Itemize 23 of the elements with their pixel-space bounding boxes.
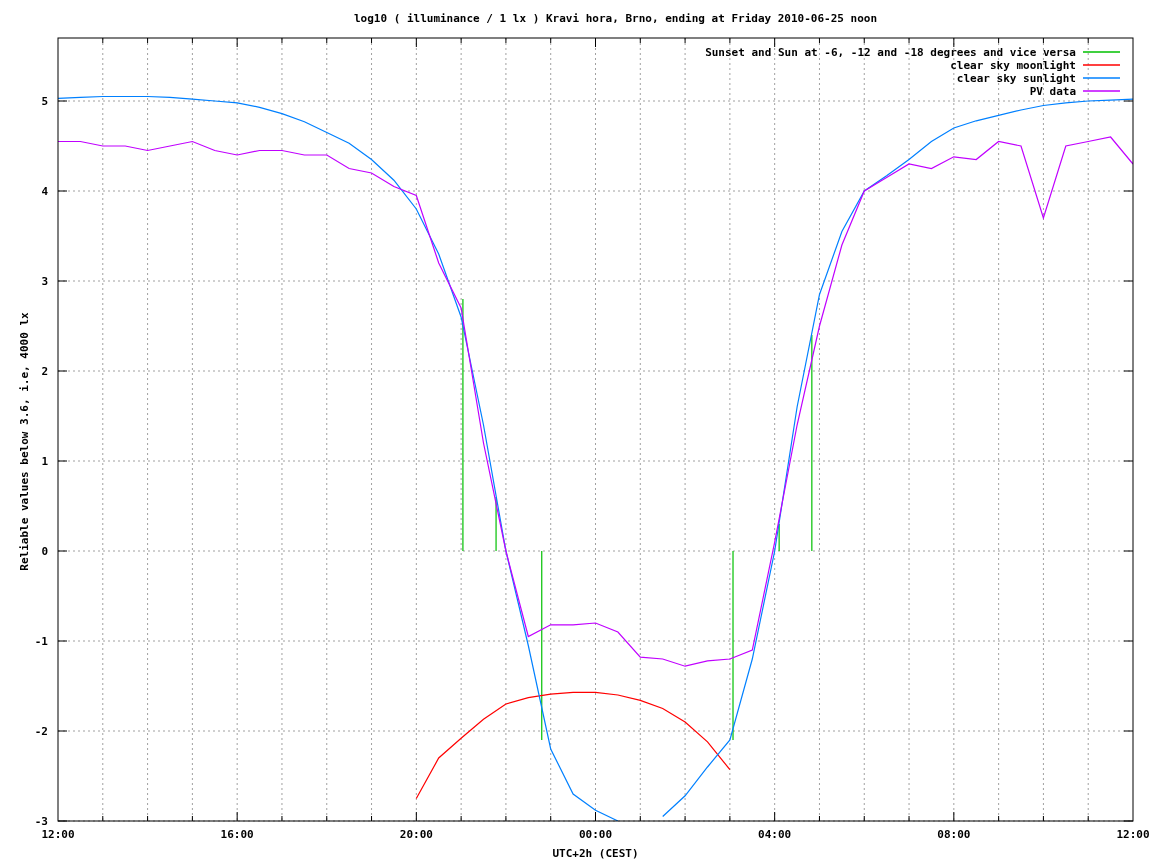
x-tick-label: 12:00 [41, 828, 75, 841]
legend-label: clear sky moonlight [950, 59, 1076, 72]
x-tick-label: 12:00 [1116, 828, 1150, 841]
y-tick-label: 5 [41, 95, 48, 108]
y-tick-label: 4 [41, 185, 48, 198]
legend-label: PV data [1029, 85, 1076, 98]
y-tick-label: 1 [41, 455, 48, 468]
x-tick-label: 20:00 [399, 828, 433, 841]
x-tick-label: 00:00 [578, 828, 613, 841]
x-tick-label: 08:00 [937, 828, 971, 841]
x-tick-label: 16:00 [220, 828, 254, 841]
y-tick-label: 2 [41, 365, 48, 378]
x-axis-label: UTC+2h (CEST) [552, 847, 639, 860]
y-tick-label: -2 [34, 725, 48, 738]
legend-label: Sunset and Sun at -6, -12 and -18 degrees and vice versa [705, 46, 1076, 59]
chart-title: log10 ( illuminance / 1 lx ) Kravi hora, Brno, ending at Friday 2010-06-25 noon [353, 12, 878, 25]
y-axis-label: Reliable values below 3.6, i.e, 4000 lx [18, 312, 31, 571]
y-tick-label: 0 [41, 545, 48, 558]
y-tick-label: 3 [41, 275, 48, 288]
x-tick-label: 04:00 [758, 828, 792, 841]
legend-label: clear sky sunlight [956, 72, 1076, 85]
y-tick-label: -3 [34, 815, 48, 828]
y-tick-label: -1 [34, 635, 48, 648]
